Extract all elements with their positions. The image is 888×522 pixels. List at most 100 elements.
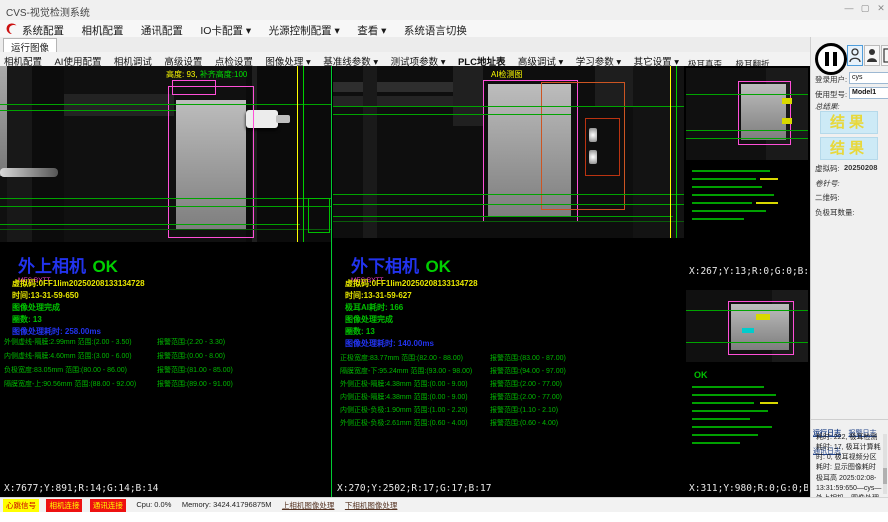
green-marker-line: [676, 66, 677, 238]
machine-rail: [64, 94, 174, 116]
menu-view[interactable]: 查看 ▾: [357, 21, 386, 38]
pause-icon: [833, 52, 837, 66]
tab-row: 运行图像: [0, 37, 888, 53]
menu-bar: 系统配置 相机配置 通讯配置 IO卡配置 ▾ 光源控制配置 ▾ 查看 ▾ 系统语…: [0, 20, 888, 37]
camera-view-lower[interactable]: AI检测图 外下相机 OK MES:BYTT 虚拟码:0FF1lim202502…: [333, 66, 684, 497]
login-user-value[interactable]: cys: [849, 72, 888, 84]
alarm-range: 报警范围:(83.00 - 87.00): [490, 353, 566, 363]
machine-post: [363, 66, 377, 238]
tab-count-label: 负极耳数量:: [815, 207, 855, 218]
switch-user-button[interactable]: [864, 45, 880, 66]
model-label: 使用型号:: [815, 89, 847, 100]
gridline-dark: [333, 221, 684, 222]
log-panel: 运行日志 报警日志 通讯日志 耗时: 222, 极耳检测耗时: 17, 极耳计算…: [813, 422, 887, 497]
ai-elapsed-line: 极耳AI耗时: 166: [345, 302, 403, 313]
gridline: [333, 204, 684, 205]
gridline: [333, 114, 571, 115]
gridline-dark: [0, 229, 331, 230]
pin-number-label: 卷针号:: [815, 178, 840, 189]
alarm-range: 报警范围:(94.00 - 97.00): [490, 366, 566, 376]
gridline: [333, 194, 684, 195]
log-scrollbar-thumb[interactable]: [883, 468, 887, 484]
menu-language-switch[interactable]: 系统语言切换: [404, 21, 467, 38]
pause-icon: [825, 52, 829, 66]
roi-box-red: [585, 118, 620, 176]
gridline: [0, 198, 331, 199]
virtual-code-line: 虚拟码:0FF1lim20250208133134728: [345, 278, 478, 289]
yellow-mark: [756, 314, 770, 320]
alarm-range: 报警范围:(2.00 - 77.00): [490, 392, 562, 402]
measurement-row: 隔膜宽度-下:95.24mm 范围:(93.00 - 98.00): [340, 366, 472, 376]
app-window: CVS-视觉检测系统 — ▢ ✕ 系统配置 相机配置 通讯配置 IO卡配置 ▾ …: [0, 0, 888, 522]
maximize-button[interactable]: ▢: [858, 3, 872, 14]
pixel-coords-readout: X:267;Y:13;R:0;G:0;B:0: [689, 266, 808, 277]
model-value[interactable]: Model1: [849, 87, 888, 99]
exit-button[interactable]: [881, 45, 888, 66]
alarm-range: 报警范围:(0.00 - 8.00): [157, 351, 225, 361]
camera-title: 外下相机: [351, 252, 419, 277]
yellow-mark: [782, 118, 792, 124]
user-icon: [849, 48, 861, 63]
machine-rail: [333, 82, 473, 92]
time-line: 时间:13-31-59-650: [12, 290, 79, 301]
camera-status-ok: OK: [425, 257, 451, 277]
camera-image-lower[interactable]: AI检测图: [333, 66, 684, 238]
small-camera-image[interactable]: [686, 68, 808, 160]
login-user-label: 登录用户:: [815, 74, 847, 85]
gridline: [686, 94, 808, 95]
led-spot: [589, 128, 597, 142]
measurement-row: 外侧正极-负极:2.61mm 范围:(0.60 - 4.00): [340, 418, 468, 428]
camera-status-ok: OK: [92, 257, 118, 277]
gridline: [686, 310, 808, 311]
measurement-row: 外侧正极-隔膜:4.38mm 范围:(0.00 - 9.00): [340, 379, 468, 389]
menu-io-config[interactable]: IO卡配置 ▾: [200, 21, 251, 38]
overlay-ai-text: AI检测图: [491, 69, 523, 80]
bright-reflection: [0, 168, 58, 177]
alarm-range: 报警范围:(1.10 - 2.10): [490, 405, 558, 415]
gridline: [0, 224, 300, 225]
gridline: [0, 206, 331, 207]
yellow-mark: [782, 98, 792, 104]
small-camera-image[interactable]: [686, 290, 808, 362]
menu-system-config[interactable]: 系统配置: [22, 21, 64, 38]
roi-box-magenta: [168, 86, 254, 238]
main-display-area: 高度: 93, 补齐高度:100 外上相机 OK MES:BYTT 虚拟码:0F…: [0, 66, 810, 497]
app-logo-icon: [5, 22, 18, 35]
pause-button[interactable]: [815, 43, 847, 75]
lower-camera-status[interactable]: 下相机图像处理: [345, 500, 398, 511]
right-sidebar: 登录用户: cys 使用型号: Model1 总结果: 结果 结果 虚拟码: 2…: [810, 37, 888, 497]
measurement-row: 负极宽度:83.05mm 范围:(80.00 - 86.00): [4, 365, 127, 375]
window-title: CVS-视觉检测系统: [6, 4, 90, 19]
camera-view-small-bottom[interactable]: OK X:311;Y:980;R:0;G:0;B:0: [686, 282, 808, 497]
minimize-button[interactable]: —: [842, 3, 856, 13]
measurement-row: 隔膜宽度-上:90.56mm 范围:(88.00 - 92.00): [4, 379, 136, 389]
machine-structure: [7, 66, 32, 242]
camera-image-upper[interactable]: 高度: 93, 补齐高度:100: [0, 66, 331, 242]
time-line: 时间:13-31-59-627: [345, 290, 412, 301]
upper-camera-status[interactable]: 上相机图像处理: [282, 500, 335, 511]
pixel-coords-readout: X:7677;Y:891;R:14;G:14;B:14: [4, 483, 158, 494]
close-button[interactable]: ✕: [874, 3, 888, 14]
log-scrollbar[interactable]: [883, 434, 887, 494]
menu-light-config[interactable]: 光源控制配置 ▾: [269, 21, 340, 38]
pixel-coords-readout: X:270;Y:2502;R:17;G:17;B:17: [337, 483, 491, 494]
roi-box-magenta: [738, 81, 791, 145]
roi-box-green: [308, 198, 330, 233]
gridline: [0, 104, 331, 105]
machine-edge: [0, 66, 7, 176]
small-ok-label: OK: [694, 370, 708, 380]
led-spot: [589, 150, 597, 164]
yellow-marker-line: [670, 66, 671, 238]
login-user-button[interactable]: [847, 45, 863, 66]
camera-title: 外上相机: [18, 252, 86, 277]
measurement-row: 内侧正极-隔膜:4.38mm 范围:(0.00 - 9.00): [340, 392, 468, 402]
measurement-row: 内侧虚线-隔膜:4.60mm 范围:(3.00 - 6.00): [4, 351, 132, 361]
menu-camera-config[interactable]: 相机配置: [81, 21, 123, 38]
menu-comm-config[interactable]: 通讯配置: [141, 21, 183, 38]
camera-view-upper[interactable]: 高度: 93, 补齐高度:100 外上相机 OK MES:BYTT 虚拟码:0F…: [0, 66, 332, 497]
gridline: [0, 110, 176, 111]
camera-view-small-top[interactable]: X:267;Y:13;R:0;G:0;B:0: [686, 66, 808, 280]
overlay-height-text: 高度: 93, 补齐高度:100: [166, 69, 247, 80]
alarm-range: 报警范围:(2.00 - 77.00): [490, 379, 562, 389]
qr-code-label: 二维码:: [815, 192, 840, 203]
